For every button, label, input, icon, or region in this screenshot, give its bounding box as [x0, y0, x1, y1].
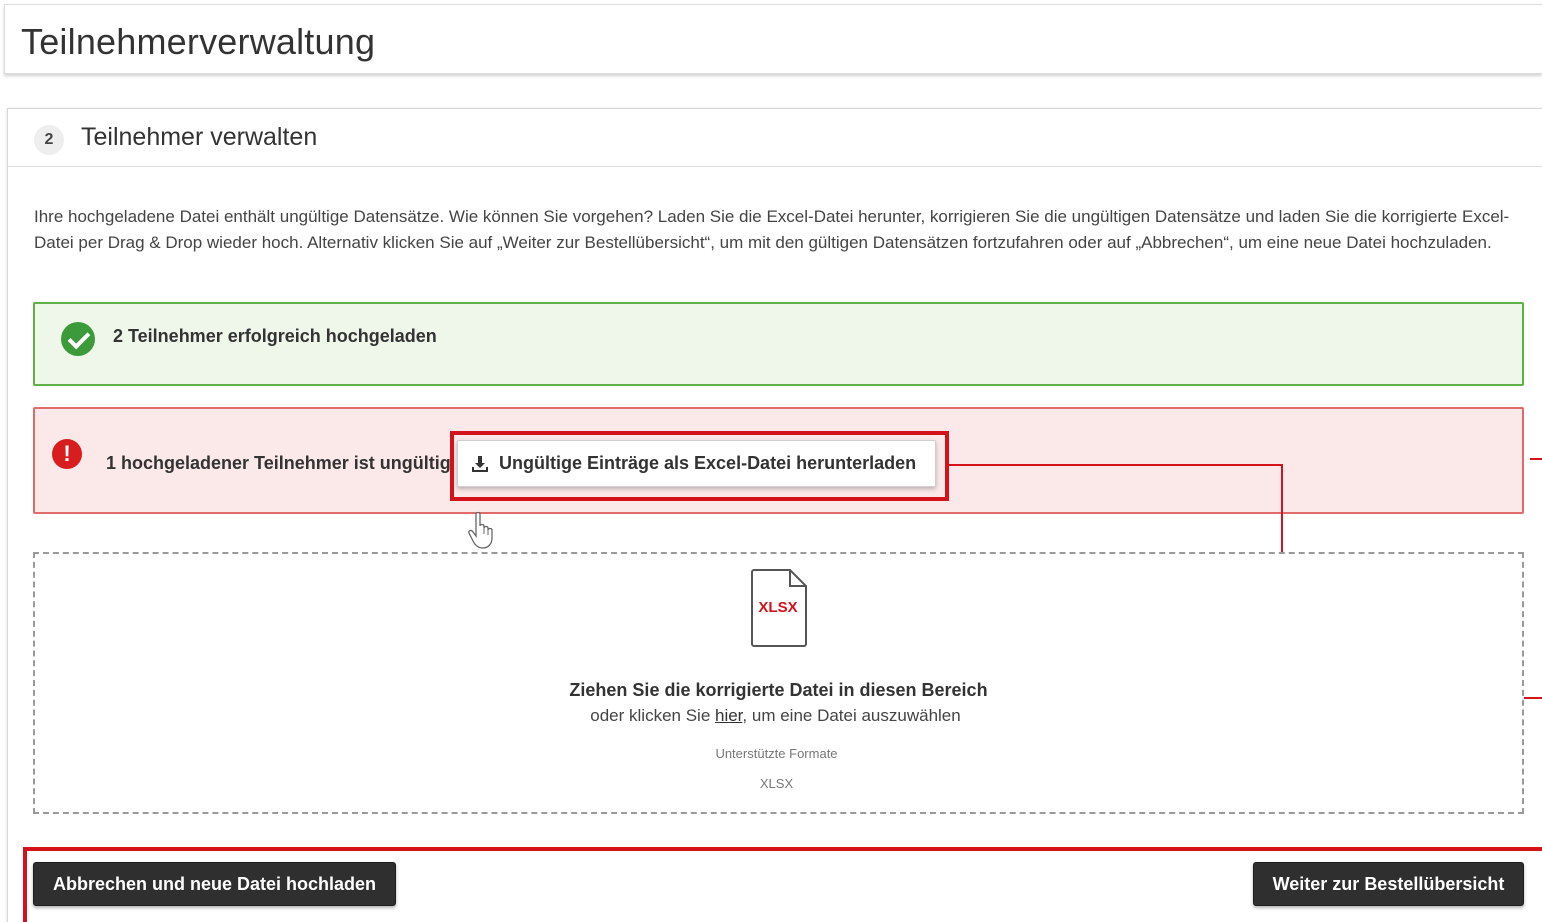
hand-cursor-icon: [468, 511, 493, 549]
panel-header: 2 Teilnehmer verwalten: [8, 109, 1542, 167]
xlsx-badge-text: XLSX: [758, 599, 797, 616]
check-circle-icon: [61, 322, 95, 356]
error-message: 1 hochgeladener Teilnehmer ist ungültig: [106, 453, 451, 473]
download-button-label: Ungültige Einträge als Excel-Datei herun…: [499, 453, 917, 473]
cancel-and-upload-new-button[interactable]: Abbrechen und neue Datei hochladen: [33, 862, 396, 906]
success-alert: 2 Teilnehmer erfolgreich hochgeladen: [33, 302, 1524, 386]
annotation-connector-line: [1530, 458, 1542, 460]
supported-formats-value: XLSX: [759, 776, 794, 791]
select-file-link[interactable]: hier: [715, 706, 742, 725]
annotation-connector-line: [948, 464, 1283, 466]
dropzone-title: Ziehen Sie die korrigierte Datei in dies…: [569, 680, 988, 700]
success-message: 2 Teilnehmer erfolgreich hochgeladen: [113, 326, 437, 346]
dropzone-subtitle-prefix: oder klicken Sie: [590, 706, 715, 725]
panel-title: Teilnehmer verwalten: [81, 123, 318, 151]
instructions-text: Ihre hochgeladene Datei enthält ungültig…: [34, 207, 1510, 252]
page-header: Teilnehmerverwaltung: [4, 4, 1542, 74]
step-number-badge: 2: [34, 125, 64, 155]
exclamation-circle-icon: !: [52, 439, 82, 469]
dropzone-subtitle-suffix: , um eine Datei auszuwählen: [742, 706, 961, 725]
xlsx-file-icon: XLSX: [751, 569, 807, 647]
download-icon: [472, 455, 488, 472]
supported-formats-label: Unterstützte Formate: [715, 746, 838, 761]
continue-to-order-overview-button[interactable]: Weiter zur Bestellübersicht: [1253, 862, 1524, 906]
page-title: Teilnehmerverwaltung: [21, 21, 376, 62]
download-invalid-entries-button[interactable]: Ungültige Einträge als Excel-Datei herun…: [457, 440, 936, 487]
dropzone-subtitle: oder klicken Sie hier, um eine Datei aus…: [0, 706, 1542, 726]
